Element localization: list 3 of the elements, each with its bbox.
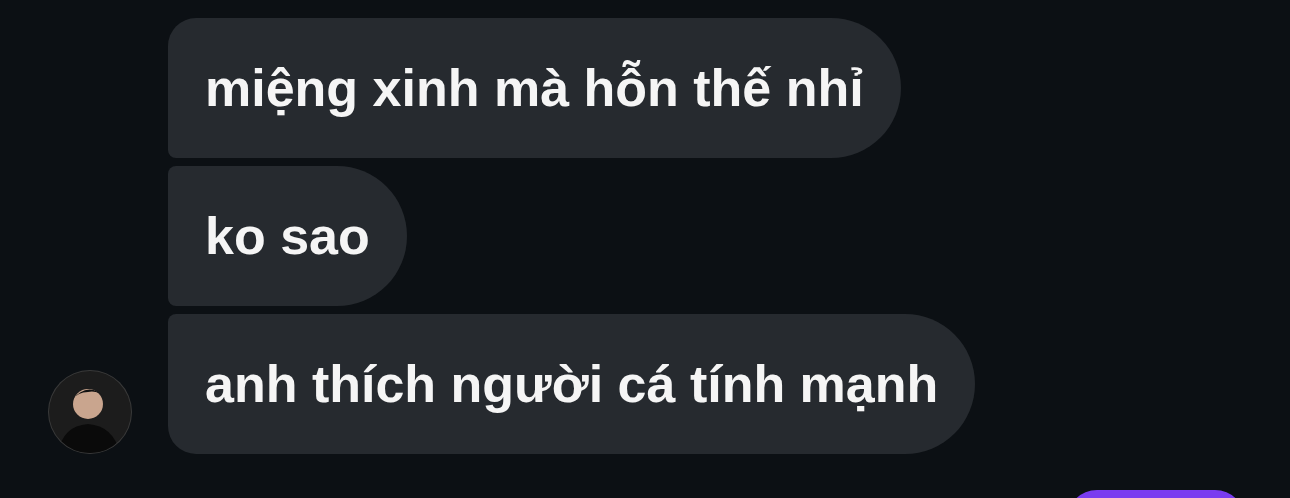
message-bubble: anh thích người cá tính mạnh <box>168 314 976 454</box>
message-bubble: miệng xinh mà hỗn thế nhỉ <box>168 18 901 158</box>
message-bubble: ko sao <box>168 166 407 306</box>
